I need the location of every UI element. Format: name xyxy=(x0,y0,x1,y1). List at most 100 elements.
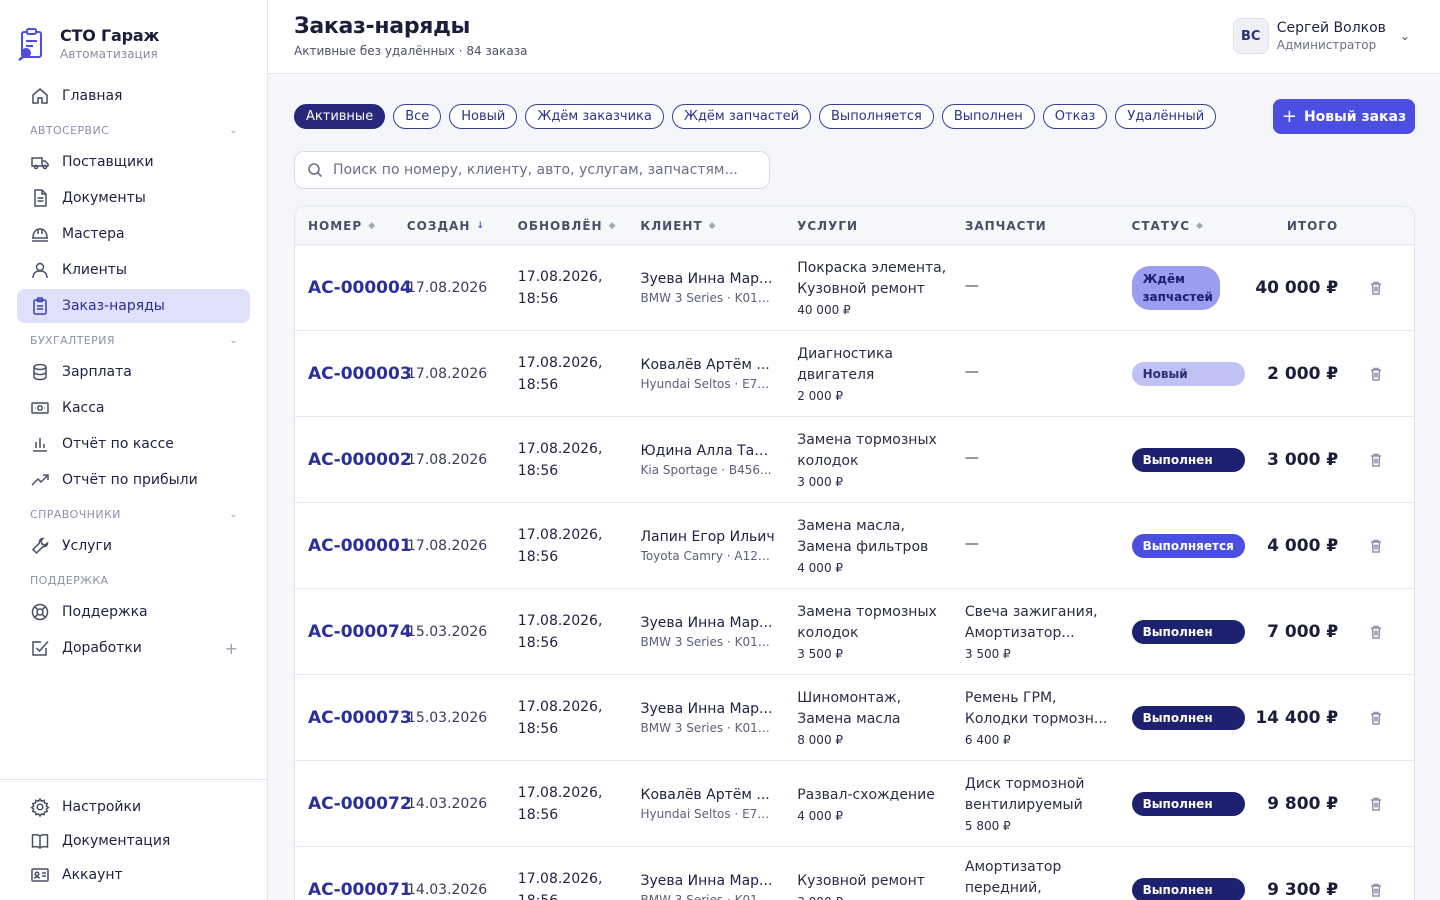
nav-item-clients[interactable]: Клиенты xyxy=(17,253,250,287)
cell-actions xyxy=(1338,452,1414,468)
trash-icon[interactable] xyxy=(1368,538,1384,554)
table-row[interactable]: АС-000004 17.08.2026 17.08.2026, 18:56 З… xyxy=(295,245,1414,331)
table-row[interactable]: АС-000072 14.03.2026 17.08.2026, 18:56 К… xyxy=(295,761,1414,847)
table-row[interactable]: АС-000003 17.08.2026 17.08.2026, 18:56 К… xyxy=(295,331,1414,417)
id-card-icon xyxy=(30,865,50,885)
nav-item-support[interactable]: Поддержка xyxy=(17,595,250,629)
table-row[interactable]: АС-000071 14.03.2026 17.08.2026, 18:56 З… xyxy=(295,847,1414,900)
cell-status: Ждём запчастей xyxy=(1131,265,1246,310)
trash-icon[interactable] xyxy=(1368,624,1384,640)
table-row[interactable]: АС-000001 17.08.2026 17.08.2026, 18:56 Л… xyxy=(295,503,1414,589)
column-header-status[interactable]: СТАТУС ◆ xyxy=(1132,219,1246,233)
cell-parts: — xyxy=(965,278,1132,297)
filter-chip-rejected[interactable]: Отказ xyxy=(1042,104,1108,129)
trash-icon[interactable] xyxy=(1368,882,1384,898)
column-header-number[interactable]: НОМЕР ◆ xyxy=(295,219,407,233)
filter-chip-deleted[interactable]: Удалённый xyxy=(1115,104,1217,129)
cell-created: 14.03.2026 xyxy=(407,796,518,812)
trash-icon[interactable] xyxy=(1368,366,1384,382)
trash-icon[interactable] xyxy=(1368,452,1384,468)
filter-chip-waiting-customer[interactable]: Ждём заказчика xyxy=(525,104,664,129)
nav-section-autoservice[interactable]: АВТОСЕРВИС ⌄ xyxy=(17,115,250,145)
cell-created: 17.08.2026 xyxy=(407,538,518,554)
nav-item-salary[interactable]: Зарплата xyxy=(17,355,250,389)
trash-icon[interactable] xyxy=(1368,796,1384,812)
new-order-button[interactable]: + Новый заказ xyxy=(1273,99,1415,134)
nav-item-cash-report[interactable]: Отчёт по кассе xyxy=(17,427,250,461)
services-sum: 40 000 ₽ xyxy=(797,303,851,317)
order-number-link[interactable]: АС-000001 xyxy=(308,536,412,556)
created-date: 17.08.2026 xyxy=(407,279,488,296)
nav-item-improvements[interactable]: Доработки + xyxy=(17,631,250,665)
nav-section-references[interactable]: СПРАВОЧНИКИ ⌄ xyxy=(17,499,250,529)
order-number-link[interactable]: АС-000073 xyxy=(308,708,412,728)
filter-chip-waiting-parts[interactable]: Ждём запчастей xyxy=(671,104,812,129)
updated-date: 17.08.2026, xyxy=(517,268,603,285)
client-name: Зуева Инна Мар... xyxy=(640,614,773,631)
services-text: Шиномонтаж, Замена масла xyxy=(797,690,902,727)
services-text: Замена тормозных колодок xyxy=(797,432,937,469)
nav-item-suppliers[interactable]: Поставщики xyxy=(17,145,250,179)
order-number-link[interactable]: АС-000071 xyxy=(308,880,412,900)
nav-item-services[interactable]: Услуги xyxy=(17,529,250,563)
services-sum: 3 500 ₽ xyxy=(797,647,844,661)
clipboard-icon xyxy=(30,296,50,316)
nav-item-documents[interactable]: Документы xyxy=(17,181,250,215)
nav-section-accounting[interactable]: БУХГАЛТЕРИЯ ⌄ xyxy=(17,325,250,355)
updated-time: 18:56 xyxy=(517,290,559,307)
created-date: 15.03.2026 xyxy=(407,709,488,726)
order-number-link[interactable]: АС-000002 xyxy=(308,450,412,470)
trash-icon[interactable] xyxy=(1368,280,1384,296)
services-text: Кузовной ремонт xyxy=(797,872,925,889)
cell-total: 14 400 ₽ xyxy=(1245,708,1338,728)
nav-item-docs[interactable]: Документация xyxy=(17,825,250,857)
nav-item-home[interactable]: Главная xyxy=(17,79,250,113)
table-row[interactable]: АС-000002 17.08.2026 17.08.2026, 18:56 Ю… xyxy=(295,417,1414,503)
filter-chip-all[interactable]: Все xyxy=(393,104,442,129)
filter-chip-done[interactable]: Выполнен xyxy=(941,104,1035,129)
nav-item-profit-report[interactable]: Отчёт по прибыли xyxy=(17,463,250,497)
order-total: 9 300 ₽ xyxy=(1267,879,1339,900)
add-icon[interactable]: + xyxy=(225,639,238,658)
order-total: 4 000 ₽ xyxy=(1267,535,1339,556)
cell-created: 17.08.2026 xyxy=(407,452,518,468)
services-sum: 2 000 ₽ xyxy=(797,389,844,403)
search-box xyxy=(294,151,770,189)
table-row[interactable]: АС-000073 15.03.2026 17.08.2026, 18:56 З… xyxy=(295,675,1414,761)
nav-item-orders[interactable]: Заказ-наряды xyxy=(17,289,250,323)
order-number-link[interactable]: АС-000003 xyxy=(308,364,412,384)
filter-chip-new[interactable]: Новый xyxy=(449,104,518,129)
services-sum: 8 000 ₽ xyxy=(797,733,844,747)
nav-item-label: Заказ-наряды xyxy=(62,298,165,314)
column-label: ЗАПЧАСТИ xyxy=(964,218,1047,233)
nav-item-cashbox[interactable]: Касса xyxy=(17,391,250,425)
column-header-updated[interactable]: ОБНОВЛЁН ◆ xyxy=(518,219,641,233)
column-header-created[interactable]: СОЗДАН ↓ xyxy=(407,219,518,233)
nav-item-account[interactable]: Аккаунт xyxy=(17,859,250,891)
nav-item-settings[interactable]: Настройки xyxy=(17,791,250,823)
column-header-client[interactable]: КЛИЕНТ ◆ xyxy=(640,219,797,233)
client-name: Ковалёв Артём ... xyxy=(640,786,770,803)
client-car: BMW 3 Series · K012... xyxy=(640,720,776,735)
user-menu[interactable]: ВС Сергей Волков Администратор ⌄ xyxy=(1232,18,1410,54)
avatar: ВС xyxy=(1232,18,1269,54)
cell-parts: — xyxy=(965,364,1132,383)
brand-title: СТО Гараж xyxy=(60,26,160,45)
order-number-link[interactable]: АС-000074 xyxy=(308,622,412,642)
cell-parts: Свеча зажигания, Амортизатор... 3 500 ₽ xyxy=(965,602,1132,661)
order-number-link[interactable]: АС-000004 xyxy=(308,278,412,298)
filter-chip-active[interactable]: Активные xyxy=(294,104,386,129)
checkbox-edit-icon xyxy=(30,638,50,658)
table-row[interactable]: АС-000074 15.03.2026 17.08.2026, 18:56 З… xyxy=(295,589,1414,675)
nav-item-masters[interactable]: Мастера xyxy=(17,217,250,251)
filter-chip-in-progress[interactable]: Выполняется xyxy=(819,104,934,129)
cell-status: Выполнен xyxy=(1131,877,1246,900)
updated-date: 17.08.2026, xyxy=(517,784,603,801)
sort-icon: ◆ xyxy=(608,220,616,231)
brand[interactable]: СТО Гараж Автоматизация xyxy=(18,26,159,61)
trash-icon[interactable] xyxy=(1368,710,1384,726)
updated-date: 17.08.2026, xyxy=(517,612,603,629)
search-input[interactable] xyxy=(333,162,753,178)
order-number-link[interactable]: АС-000072 xyxy=(308,794,412,814)
services-sum: 3 000 ₽ xyxy=(797,475,844,489)
